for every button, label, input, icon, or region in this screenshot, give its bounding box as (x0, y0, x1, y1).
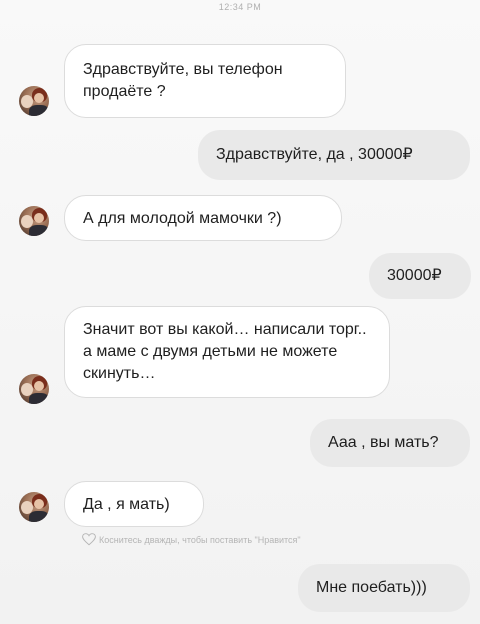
message-thread[interactable]: Здравствуйте, вы телефон продаёте ? Здра… (0, 0, 480, 624)
double-tap-like-hint: Коснитесь дважды, чтобы поставить "Нрави… (82, 533, 301, 546)
incoming-message[interactable]: Здравствуйте, вы телефон продаёте ? (64, 44, 346, 118)
message-text: Здравствуйте, да , 30000₽ (216, 146, 413, 163)
message-text: Мне поебать))) (316, 579, 427, 596)
incoming-message[interactable]: Значит вот вы какой… написали торг.. а м… (64, 306, 390, 398)
avatar[interactable] (19, 86, 49, 116)
message-text: Значит вот вы какой… написали торг.. а м… (83, 321, 367, 382)
outgoing-message[interactable]: 30000₽ (369, 253, 471, 299)
like-hint-text: Коснитесь дважды, чтобы поставить "Нрави… (99, 534, 301, 545)
message-text: А для молодой мамочки ?) (83, 210, 282, 227)
message-text: 30000₽ (387, 267, 442, 284)
avatar[interactable] (19, 206, 49, 236)
incoming-message[interactable]: А для молодой мамочки ?) (64, 195, 342, 241)
message-text: Да , я мать) (83, 496, 170, 513)
avatar[interactable] (19, 374, 49, 404)
avatar[interactable] (19, 492, 49, 522)
heart-outline-icon[interactable] (82, 533, 96, 546)
message-text: Ааа , вы мать? (328, 434, 439, 451)
message-text: Здравствуйте, вы телефон продаёте ? (83, 61, 283, 100)
outgoing-message[interactable]: Мне поебать))) (298, 564, 470, 612)
incoming-message[interactable]: Да , я мать) (64, 481, 204, 527)
outgoing-message[interactable]: Ааа , вы мать? (310, 419, 470, 467)
outgoing-message[interactable]: Здравствуйте, да , 30000₽ (198, 130, 470, 180)
chat-screen: 12:34 PM Здравствуйте, вы телефон продаё… (0, 0, 480, 624)
